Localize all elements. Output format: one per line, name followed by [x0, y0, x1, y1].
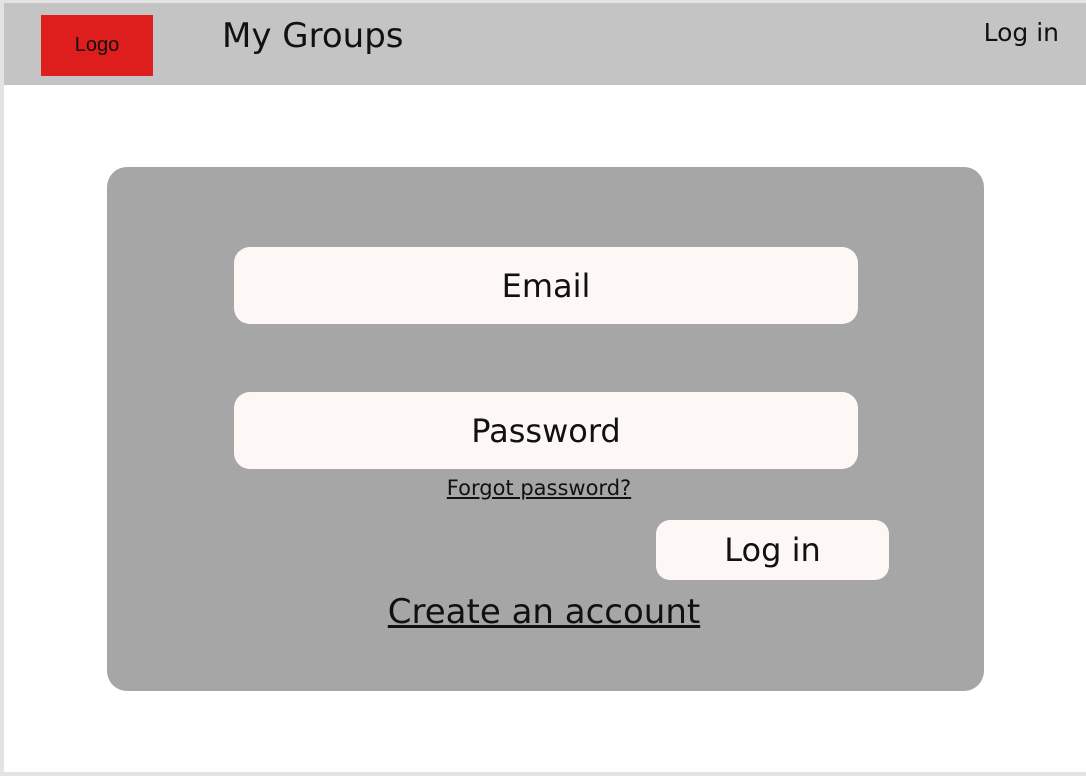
email-field[interactable]: [234, 247, 858, 324]
header-login-link[interactable]: Log in: [984, 18, 1059, 47]
top-header: Logo My Groups Log in: [4, 3, 1086, 85]
logo[interactable]: Logo: [41, 15, 153, 76]
page-frame: Logo My Groups Log in Forgot password? L…: [4, 3, 1086, 772]
login-button[interactable]: Log in: [656, 520, 889, 580]
password-field[interactable]: [234, 392, 858, 469]
page-title: My Groups: [222, 16, 404, 56]
login-panel: Forgot password? Log in Create an accoun…: [107, 167, 984, 691]
create-account-link[interactable]: Create an account: [107, 592, 981, 632]
forgot-password-link[interactable]: Forgot password?: [107, 476, 971, 500]
